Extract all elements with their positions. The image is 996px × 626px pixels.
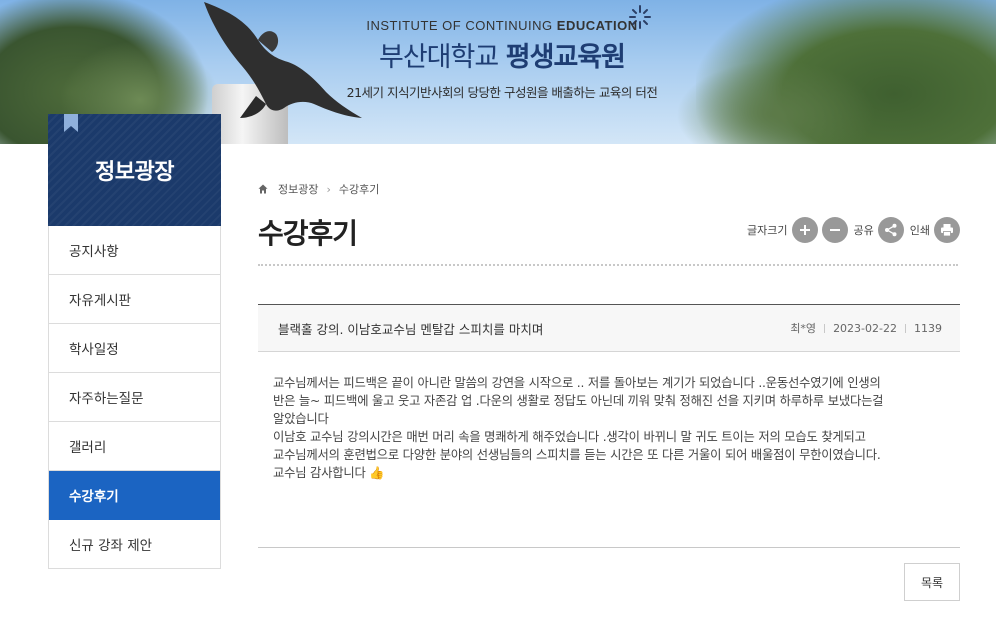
banner-en-prefix: INSTITUTE OF CONTINUING (366, 18, 557, 33)
post-header: 블랙홀 강의. 이남호교수님 멘탈갑 스피치를 마치며 최*영 2023-02-… (258, 304, 960, 352)
sidebar-item-label: 신규 강좌 제안 (69, 538, 153, 554)
sidebar-item-label: 공지사항 (69, 244, 119, 260)
share-icon (884, 223, 897, 237)
sidebar-menu: 공지사항 자유게시판 학사일정 자주하는질문 갤러리 수강후기 신규 강좌 제안 (48, 226, 221, 569)
sidebar: 정보광장 공지사항 자유게시판 학사일정 자주하는질문 갤러리 수강후기 신규 … (48, 114, 221, 569)
post-line: 교수님 감사합니다 👍 (273, 466, 385, 480)
page-title: 수강후기 (258, 217, 358, 250)
breadcrumb-page[interactable]: 수강후기 (339, 181, 379, 197)
home-icon[interactable] (258, 184, 268, 194)
breadcrumb: 정보광장 › 수강후기 (258, 181, 379, 197)
sidebar-item-schedule[interactable]: 학사일정 (49, 324, 220, 373)
printer-icon (941, 224, 953, 237)
print-label: 인쇄 (909, 224, 930, 237)
title-divider (258, 264, 958, 266)
sidebar-item-label: 자주하는질문 (69, 391, 144, 407)
post-author: 최*영 (790, 322, 817, 335)
sidebar-header: 정보광장 (48, 114, 221, 226)
sidebar-item-notice[interactable]: 공지사항 (49, 226, 220, 275)
post-line: 교수님께서는 피드백은 끝이 아니란 말씀의 강연을 시작으로 .. 저를 돌아… (273, 376, 881, 390)
post-line: 반은 늘~ 피드백에 울고 웃고 자존감 업 .다운의 생활로 정답도 아닌데 … (273, 394, 884, 408)
sidebar-item-reviews[interactable]: 수강후기 (49, 471, 220, 520)
print-button[interactable] (934, 217, 960, 243)
post-date: 2023-02-22 (833, 321, 897, 335)
breadcrumb-chevron-icon: › (326, 182, 331, 196)
font-size-label: 글자크기 (747, 224, 788, 237)
bookmark-icon (64, 114, 78, 132)
breadcrumb-section[interactable]: 정보광장 (278, 181, 318, 197)
banner-english-title: INSTITUTE OF CONTINUING EDUCATION (332, 18, 672, 33)
post-line: 교수님께서의 훈련법으로 다양한 분야의 선생님들의 스피치를 듣는 시간은 또… (273, 448, 881, 462)
post-views: 1139 (914, 321, 942, 335)
banner-korean-title: 부산대학교 평생교육원 (332, 35, 672, 74)
post-line: 알았습니다 (273, 412, 329, 426)
sidebar-item-label: 수강후기 (69, 489, 119, 505)
page-tools: 글자크기 공유 인쇄 (747, 217, 960, 243)
sidebar-item-course-proposal[interactable]: 신규 강좌 제안 (49, 520, 220, 569)
list-button[interactable]: 목록 (904, 563, 960, 601)
meta-divider (824, 323, 826, 333)
banner-kr-bold: 평생교육원 (505, 42, 626, 73)
post-meta: 최*영 2023-02-22 1139 (790, 320, 942, 336)
sidebar-item-free-board[interactable]: 자유게시판 (49, 275, 220, 324)
post-title: 블랙홀 강의. 이남호교수님 멘탈갑 스피치를 마치며 (278, 321, 544, 337)
sidebar-item-label: 갤러리 (69, 440, 107, 456)
banner-kr-prefix: 부산대학교 (379, 42, 506, 73)
banner-en-bold: EDUCATION (556, 18, 638, 33)
share-label: 공유 (853, 224, 874, 237)
minus-icon (829, 229, 840, 231)
post-footer-divider (258, 547, 960, 548)
sidebar-item-gallery[interactable]: 갤러리 (49, 422, 220, 471)
sidebar-item-label: 학사일정 (69, 342, 119, 358)
sidebar-item-label: 자유게시판 (69, 293, 132, 309)
post-body: 교수님께서는 피드백은 끝이 아니란 말씀의 강연을 시작으로 .. 저를 돌아… (273, 374, 953, 482)
meta-divider (905, 323, 906, 333)
tree-right-foliage (676, 60, 876, 144)
font-increase-button[interactable] (791, 217, 818, 243)
share-button[interactable] (877, 217, 904, 243)
banner-text: INSTITUTE OF CONTINUING EDUCATION 부산대학교 … (332, 18, 672, 101)
sidebar-item-faq[interactable]: 자주하는질문 (49, 373, 220, 422)
post-line: 이남호 교수님 강의시간은 매번 머리 속을 명쾌하게 해주었습니다 .생각이 … (273, 430, 866, 444)
sidebar-title: 정보광장 (95, 160, 174, 185)
banner-subtitle: 21세기 지식기반사회의 당당한 구성원을 배출하는 교육의 터전 (346, 85, 658, 100)
font-decrease-button[interactable] (821, 217, 848, 243)
plus-icon (799, 225, 810, 235)
